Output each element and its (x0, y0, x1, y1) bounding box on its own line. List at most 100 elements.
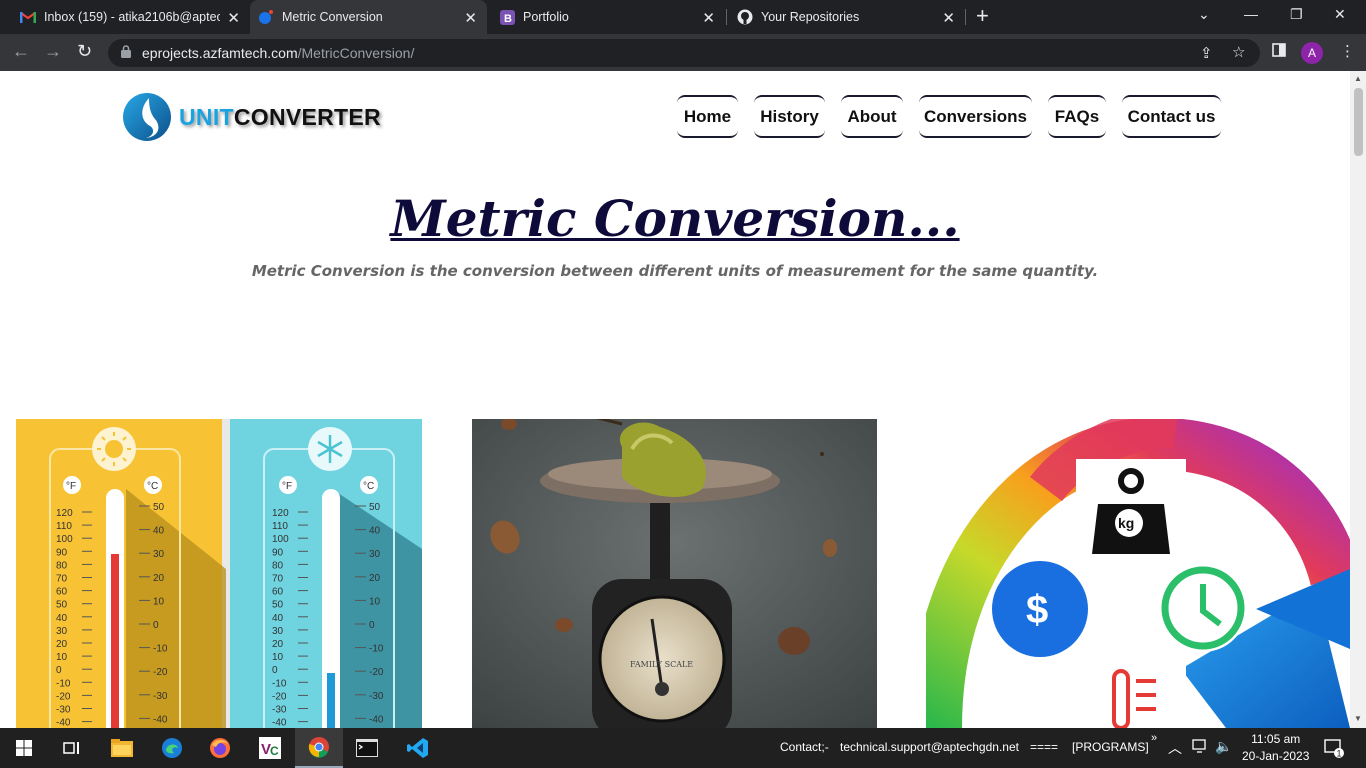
task-view-icon[interactable] (58, 734, 86, 762)
celsius-tick-label: 40 (369, 526, 381, 537)
toolbar-expand-icon[interactable]: » (1151, 732, 1157, 744)
fahrenheit-tick-label: 60 (56, 587, 68, 598)
nav-contact-us[interactable]: Contact us (1122, 95, 1221, 138)
address-bar[interactable]: eprojects.azfamtech.com/MetricConversion… (108, 39, 1260, 67)
scrollbar-thumb[interactable] (1354, 88, 1363, 156)
nav-home[interactable]: Home (677, 95, 738, 138)
windows-taskbar: VC Contact;- technical.support@aptechgdn… (0, 728, 1366, 768)
tab-gmail[interactable]: Inbox (159) - atika2106b@aptech ✕ (0, 0, 250, 34)
scale-dial-text: FAMILY SCALE (630, 660, 693, 669)
new-tab-button[interactable]: + (976, 3, 989, 29)
fahrenheit-tick-label: 100 (56, 534, 73, 545)
fahrenheit-tick-label: 0 (272, 665, 278, 676)
fahrenheit-tick-label: -20 (56, 691, 71, 702)
reload-icon[interactable]: ↻ (77, 41, 92, 62)
vscode-icon[interactable] (404, 734, 432, 762)
fahrenheit-tick-label: 70 (56, 574, 68, 585)
fahrenheit-tick-label: -40 (56, 718, 71, 728)
celsius-tick-label: 10 (369, 596, 381, 607)
tab-title: Portfolio (523, 10, 569, 24)
fahrenheit-tick-label: 120 (272, 508, 289, 519)
system-clock[interactable]: 11:05 am 20-Jan-2023 (1242, 731, 1309, 765)
command-prompt-icon[interactable] (353, 734, 381, 762)
dollar-sign: $ (1026, 588, 1048, 632)
celsius-tick-label: 40 (153, 526, 165, 537)
file-explorer-icon[interactable] (108, 734, 136, 762)
nav-faqs[interactable]: FAQs (1048, 95, 1106, 138)
fahrenheit-tick-label: -30 (272, 705, 287, 716)
edge-browser-icon[interactable] (158, 734, 186, 762)
windows-start-icon[interactable] (10, 734, 38, 762)
fahrenheit-tick-label: -40 (272, 718, 287, 728)
bookmark-star-icon[interactable]: ☆ (1232, 43, 1245, 61)
nav-conversions[interactable]: Conversions (919, 95, 1032, 138)
fahrenheit-tick-label: 80 (272, 560, 284, 571)
fahrenheit-tick-label: 20 (56, 639, 68, 650)
celsius-tick-label: 20 (369, 573, 381, 584)
bootstrap-icon: B (499, 9, 515, 25)
github-icon (737, 9, 753, 25)
more-menu-icon[interactable]: ⋮ (1340, 42, 1355, 60)
celsius-tick-label: -20 (369, 667, 384, 678)
clock-time: 11:05 am (1251, 732, 1301, 746)
celsius-tick-label: 30 (153, 549, 165, 560)
tab-search-chevron-icon[interactable]: ⌄ (1198, 6, 1210, 23)
scroll-up-arrow-icon[interactable]: ▲ (1354, 74, 1362, 83)
fahrenheit-tick-label: 90 (56, 547, 68, 558)
fahrenheit-tick-label: -20 (272, 691, 287, 702)
back-arrow-icon[interactable]: ← (12, 41, 30, 62)
fahrenheit-tick-label: 30 (272, 626, 284, 637)
gmail-icon (20, 9, 36, 25)
site-dot-icon (258, 9, 274, 25)
celsius-tick-label: -10 (153, 644, 168, 655)
minimize-button[interactable]: — (1244, 6, 1258, 22)
page-scrollbar[interactable]: ▲ ▼ (1350, 71, 1366, 728)
fahrenheit-tick-label: 120 (56, 508, 73, 519)
fahrenheit-label: °F (282, 481, 292, 492)
fahrenheit-tick-label: 60 (272, 587, 284, 598)
close-window-button[interactable]: ✕ (1334, 6, 1346, 23)
celsius-label: °C (363, 481, 374, 492)
tray-programs-label[interactable]: [PROGRAMS] (1072, 740, 1149, 754)
notification-center-icon[interactable]: 1 (1324, 738, 1344, 761)
fahrenheit-tick-label: -30 (56, 705, 71, 716)
url-text: eprojects.azfamtech.com/MetricConversion… (142, 45, 415, 61)
tab-title: Your Repositories (761, 10, 860, 24)
clock-date: 20-Jan-2023 (1242, 749, 1310, 763)
nav-about[interactable]: About (841, 95, 903, 138)
tab-repositories[interactable]: Your Repositories ✕ (727, 0, 965, 34)
tab-metric-conversion[interactable]: Metric Conversion ✕ (250, 0, 487, 34)
close-tab-icon[interactable]: ✕ (464, 9, 477, 27)
show-hidden-icons-chevron-icon[interactable]: ︿ (1168, 738, 1182, 758)
tab-title: Inbox (159) - atika2106b@aptech (44, 10, 220, 24)
network-icon[interactable] (1192, 739, 1208, 756)
chrome-icon[interactable] (295, 728, 343, 768)
fahrenheit-tick-label: 50 (56, 600, 68, 611)
fahrenheit-tick-label: 110 (272, 521, 288, 532)
side-panel-icon[interactable] (1272, 43, 1286, 61)
firefox-icon[interactable] (206, 734, 234, 762)
fahrenheit-tick-label: 110 (56, 521, 72, 532)
lock-icon[interactable] (121, 45, 131, 63)
close-tab-icon[interactable]: ✕ (942, 9, 955, 27)
scroll-down-arrow-icon[interactable]: ▼ (1354, 714, 1362, 723)
visual-studio-code-alt-icon[interactable]: VC (256, 734, 284, 762)
site-logo[interactable]: UNITCONVERTER (122, 92, 381, 142)
page-title: Metric Conversion... (390, 189, 960, 248)
profile-avatar[interactable]: A (1301, 42, 1323, 64)
fahrenheit-tick-label: -10 (272, 678, 287, 689)
volume-icon[interactable]: 🔈 (1215, 738, 1232, 755)
celsius-label: °C (147, 481, 158, 492)
weighing-scale-image: FAMILY SCALE (472, 419, 877, 728)
close-tab-icon[interactable]: ✕ (702, 9, 715, 27)
maximize-button[interactable]: ❐ (1290, 6, 1303, 23)
celsius-tick-label: 50 (153, 502, 165, 513)
svg-text:B: B (504, 13, 512, 25)
forward-arrow-icon[interactable]: → (44, 41, 62, 62)
close-tab-icon[interactable]: ✕ (227, 9, 240, 27)
kg-label: kg (1118, 515, 1134, 531)
share-icon[interactable]: ⇪ (1200, 44, 1213, 62)
nav-history[interactable]: History (754, 95, 825, 138)
svg-text:1: 1 (1337, 749, 1342, 759)
tab-portfolio[interactable]: B Portfolio ✕ (487, 0, 725, 34)
